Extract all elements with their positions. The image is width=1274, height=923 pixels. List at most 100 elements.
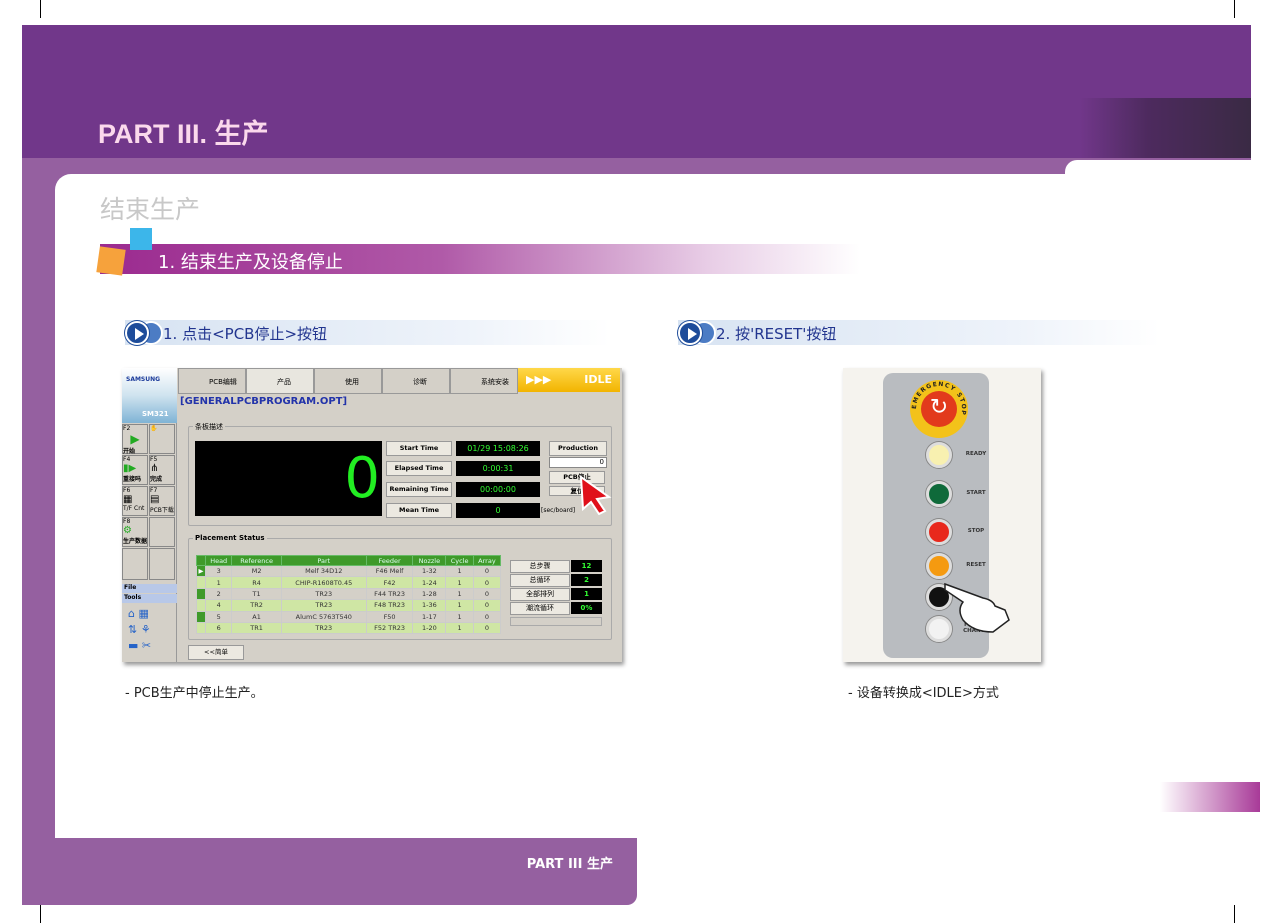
board-group-label: 条板描述	[193, 422, 225, 432]
table-cell: TR23	[280, 587, 367, 601]
table-cell: TR23	[280, 599, 367, 612]
fkey-f3[interactable]: ✋	[149, 424, 175, 454]
rotate-arrow-icon: ↻	[921, 391, 957, 427]
fkey-empty[interactable]	[122, 548, 148, 580]
tab-pcb-edit[interactable]: PCB编辑	[178, 368, 246, 394]
table-cell: F42	[365, 576, 414, 589]
section-title: 1. 结束生产及设备停止	[158, 252, 343, 273]
table-cell: 4	[204, 599, 233, 612]
table-cell: 0	[472, 587, 502, 601]
row-marker	[196, 599, 206, 612]
stat-value: 1	[571, 588, 602, 600]
crop-mark	[40, 0, 41, 18]
table-cell: CHIP-R1608T0.45	[280, 576, 367, 589]
placement-status-label: Placement Status	[193, 534, 267, 542]
fkey-next[interactable]: F4 ▮▶ 重接吗	[122, 455, 148, 485]
table-cell: 1-24	[412, 576, 447, 589]
table-cell: F46 Melf	[365, 564, 414, 578]
simple-mode-button[interactable]: <<简单	[188, 645, 244, 660]
footer-band: PART III 生产	[22, 838, 637, 905]
stat-value: 0%	[571, 602, 602, 614]
emergency-stop-button: EMERGENCY STOP ↻	[910, 380, 968, 438]
row-marker	[196, 587, 206, 601]
stat-value: 2	[571, 574, 602, 586]
count-display: 0	[195, 441, 382, 516]
fkey-empty[interactable]	[149, 517, 175, 547]
table-row[interactable]: 1 R4 CHIP-R1608T0.45 F42 1-24 1 0	[196, 576, 502, 589]
table-cell: 0	[472, 621, 502, 635]
stat-value: 12	[571, 560, 602, 572]
row-marker	[196, 621, 206, 635]
row-marker	[196, 610, 206, 623]
panel-button-start	[926, 481, 952, 507]
control-panel-photo: EMERGENCY STOP ↻ READYSTARTSTOPRESETFEED…	[843, 368, 1041, 662]
table-row[interactable]: 4 TR2 TR23 F48 TR23 1-36 1 0	[196, 599, 502, 612]
row-marker	[196, 576, 206, 589]
table-cell: 2	[204, 587, 233, 601]
table-row[interactable]: 2 T1 TR23 F44 TR23 1-28 1 0	[196, 587, 502, 601]
mean-time-label: Mean Time	[386, 503, 452, 518]
table-cell: M2	[231, 564, 282, 578]
table-cell: AlumC 5763T540	[280, 610, 367, 623]
production-plan-label: Production Plan	[549, 441, 607, 465]
step1-title: 1. 点击<PCB停止>按钮	[163, 325, 328, 343]
table-cell: 1	[445, 576, 474, 589]
fkey-start[interactable]: F2 ▶ 开始	[122, 424, 148, 455]
table-row[interactable]: 5 A1 AlumC 5763T540 F50 1-17 1 0	[196, 610, 502, 623]
table-cell: TR1	[231, 621, 282, 635]
program-name: [GENERALPCBPROGRAM.OPT]	[180, 396, 348, 407]
cursor-arrow-icon	[579, 475, 612, 515]
table-cell: 1-20	[412, 621, 447, 635]
panel-button-label: RESET	[966, 562, 986, 568]
table-cell: 0	[472, 599, 502, 612]
production-plan-input[interactable]: 0	[549, 457, 607, 468]
fkey-empty[interactable]	[149, 548, 175, 580]
step1-note: - PCB生产中停止生产。	[125, 686, 264, 701]
tools-icons[interactable]: ⌂ ▦ ⇅ ⚘ ▬ ✂	[128, 606, 151, 654]
file-menu[interactable]: File	[122, 584, 177, 593]
tab-product[interactable]: 产品	[246, 368, 314, 394]
tools-menu[interactable]: Tools	[122, 594, 177, 603]
footer-text: PART III 生产	[526, 857, 613, 872]
step2-note: - 设备转换成<IDLE>方式	[848, 686, 999, 701]
step2-title: 2. 按'RESET'按钮	[716, 325, 837, 343]
crop-mark	[1234, 905, 1235, 923]
table-cell: 0	[472, 576, 502, 589]
table-row[interactable]: ▶ 3 M2 Melf 34D12 F46 Melf 1-32 1 0	[196, 564, 502, 578]
play-icon	[678, 321, 702, 345]
tab-diagnose[interactable]: 诊断	[382, 368, 450, 394]
table-cell: R4	[231, 576, 282, 589]
mean-time-value: 0	[456, 503, 540, 518]
header-tab	[1065, 160, 1251, 174]
page-tab-gradient	[1160, 782, 1260, 812]
table-cell: 1-36	[412, 599, 447, 612]
fkey-production-data[interactable]: F8 ⚙ 生产数据	[122, 517, 148, 547]
start-time-value: 01/29 15:08:26	[456, 441, 540, 456]
fkey-tf-count[interactable]: F6 ▦ T/F Cnt	[122, 486, 148, 516]
table-cell: F52 TR23	[365, 621, 414, 635]
table-cell: 1	[445, 564, 474, 578]
remaining-time-value: 00:00:00	[456, 482, 540, 497]
tab-use[interactable]: 使用	[314, 368, 382, 394]
fkey-complete[interactable]: F5 ⋔ 完成	[149, 455, 175, 485]
tab-system-setup[interactable]: 系统安装	[450, 368, 518, 394]
table-cell: T1	[231, 587, 282, 601]
table-cell: 0	[472, 610, 502, 623]
table-cell: 1	[445, 621, 474, 635]
progress-bar	[510, 617, 602, 626]
table-cell: 1-28	[412, 587, 447, 601]
table-cell: 5	[204, 610, 233, 623]
stat-label: 全部排列	[510, 588, 570, 601]
cube-icon	[130, 228, 152, 250]
crop-mark	[1234, 0, 1235, 18]
table-row[interactable]: 6 TR1 TR23 F52 TR23 1-20 1 0	[196, 621, 502, 635]
table-cell: F48 TR23	[365, 599, 414, 612]
table-cell: Melf 34D12	[280, 564, 367, 578]
fkey-pcb-download[interactable]: F7 ▤ PCB下载	[149, 486, 175, 516]
table-cell: A1	[231, 610, 282, 623]
step2-header: 2. 按'RESET'按钮	[678, 320, 1160, 345]
samsung-logo: SAMSUNG SM321	[122, 368, 177, 423]
status-indicator: ▶▶▶ IDLE	[518, 368, 620, 392]
stat-label: 潮流循环	[510, 602, 570, 615]
stat-label: 总步骤	[510, 560, 570, 573]
